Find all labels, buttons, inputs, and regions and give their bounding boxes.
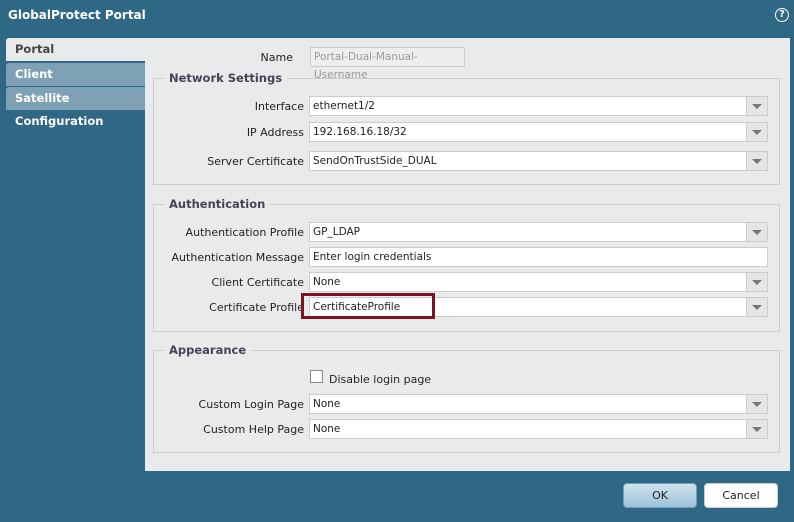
interface-value: ethernet1/2 [313, 100, 375, 112]
cancel-button[interactable]: Cancel [704, 483, 778, 508]
client-certificate-select[interactable]: None [309, 272, 768, 292]
chevron-down-icon[interactable] [746, 395, 767, 413]
chevron-down-icon[interactable] [746, 298, 767, 316]
server-certificate-value: SendOnTrustSide_DUAL [313, 155, 437, 167]
certificate-profile-label: Certificate Profile [209, 301, 304, 314]
disable-login-label: Disable login page [329, 373, 432, 386]
name-label: Name [260, 51, 293, 64]
chevron-down-icon[interactable] [746, 420, 767, 438]
interface-select[interactable]: ethernet1/2 [309, 96, 768, 116]
server-certificate-select[interactable]: SendOnTrustSide_DUAL [309, 151, 768, 171]
custom-help-select[interactable]: None [309, 419, 768, 439]
server-certificate-label: Server Certificate [207, 155, 304, 168]
auth-message-label: Authentication Message [171, 251, 304, 264]
ip-address-label: IP Address [246, 126, 304, 139]
auth-profile-label: Authentication Profile [185, 226, 304, 239]
auth-profile-value: GP_LDAP [313, 226, 360, 238]
chevron-down-icon[interactable] [746, 273, 767, 291]
chevron-down-icon[interactable] [746, 123, 767, 141]
custom-help-value: None [313, 423, 341, 435]
ip-address-value: 192.168.16.18/32 [313, 126, 407, 138]
custom-help-label: Custom Help Page [203, 423, 304, 436]
chevron-down-icon[interactable] [746, 152, 767, 170]
chevron-down-icon[interactable] [746, 223, 767, 241]
client-certificate-value: None [313, 276, 341, 288]
network-settings-legend: Network Settings [169, 71, 283, 85]
interface-label: Interface [254, 100, 304, 113]
highlight-box [301, 293, 435, 319]
custom-login-value: None [313, 398, 341, 410]
client-certificate-label: Client Certificate [211, 276, 304, 289]
custom-login-select[interactable]: None [309, 394, 768, 414]
chevron-down-icon[interactable] [746, 97, 767, 115]
disable-login-checkbox[interactable] [310, 370, 323, 383]
appearance-legend: Appearance [169, 343, 247, 357]
name-field[interactable]: Portal-Dual-Manual-Username [310, 47, 465, 81]
ok-button[interactable]: OK [623, 483, 697, 508]
ip-address-select[interactable]: 192.168.16.18/32 [309, 122, 768, 142]
auth-profile-select[interactable]: GP_LDAP [309, 222, 768, 242]
auth-message-field[interactable]: Enter login credentials [309, 247, 768, 267]
authentication-legend: Authentication [169, 197, 266, 211]
custom-login-label: Custom Login Page [198, 398, 304, 411]
